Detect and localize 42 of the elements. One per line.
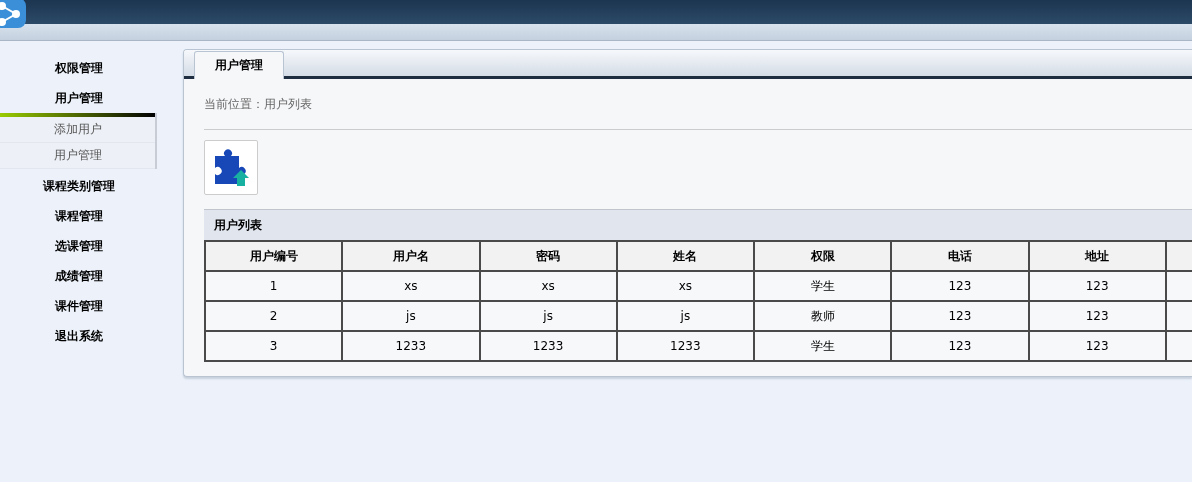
sidebar-item[interactable]: 成绩管理	[0, 261, 157, 291]
column-header: 用户编号	[205, 241, 343, 271]
sidebar-item[interactable]: 选课管理	[0, 231, 157, 261]
column-header: 密码	[479, 241, 617, 271]
table-cell: 123	[891, 331, 1029, 361]
table-cell: 1233	[616, 331, 754, 361]
column-header: 电话	[891, 241, 1029, 271]
table-cell: xs	[342, 271, 480, 301]
column-header: 姓名	[616, 241, 754, 271]
table-cell: 学生	[754, 331, 892, 361]
sidebar-item[interactable]: 课程管理	[0, 201, 157, 231]
tab[interactable]: 用户管理	[194, 51, 284, 79]
table-cell: 1233	[479, 331, 617, 361]
table-title: 用户列表	[204, 209, 1192, 240]
table-cell: 2	[205, 301, 343, 331]
table-cell: xs	[479, 271, 617, 301]
table-cell: 教师	[754, 301, 892, 331]
sidebar-item[interactable]: 课程类别管理	[0, 171, 157, 201]
table-cell: 1	[205, 271, 343, 301]
column-header: 权限	[754, 241, 892, 271]
table-cell: 123	[1028, 271, 1166, 301]
breadcrumb: 当前位置：用户列表	[204, 95, 312, 113]
sidebar-item[interactable]: 权限管理	[0, 53, 157, 83]
table-cell: 1233	[342, 331, 480, 361]
table-cell: 学生	[754, 271, 892, 301]
table-cell: js	[479, 301, 617, 331]
table-cell: js	[342, 301, 480, 331]
column-header: 地址	[1028, 241, 1166, 271]
table-cell: 123	[1028, 331, 1166, 361]
sidebar-item[interactable]: 课件管理	[0, 291, 157, 321]
submenu-item[interactable]: 用户管理	[0, 143, 155, 169]
table-cell: 3	[205, 331, 343, 361]
column-header: 用户名	[342, 241, 480, 271]
table-cell: 123	[891, 271, 1029, 301]
add-plugin-button[interactable]	[204, 140, 258, 195]
submenu-item[interactable]: 添加用户	[0, 117, 155, 143]
table-cell: xs	[616, 271, 754, 301]
sidebar-item[interactable]: 退出系统	[0, 321, 157, 351]
table-cell: 123	[1028, 301, 1166, 331]
table-cell: 123	[891, 301, 1029, 331]
sidebar-item[interactable]: 用户管理	[0, 83, 157, 113]
table-cell: js	[616, 301, 754, 331]
